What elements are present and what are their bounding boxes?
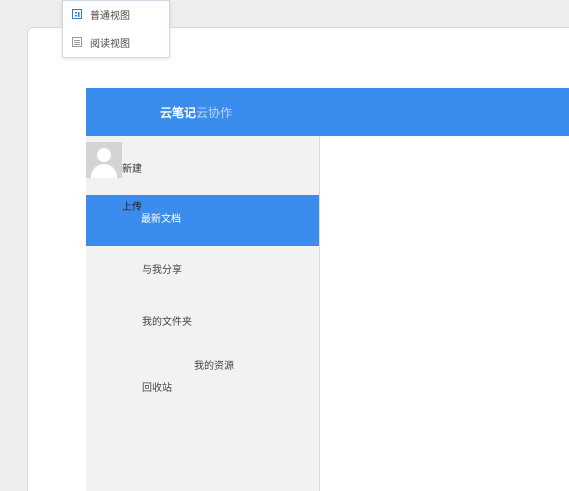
- sidebar: 新建 上传 最新文档 与我分享 我的文件夹 我的资源 回收站: [86, 136, 320, 491]
- view-item-reading[interactable]: 阅读视图: [63, 31, 169, 53]
- sidebar-item-latest-docs-label[interactable]: 最新文档: [141, 210, 181, 225]
- view-item-reading-label: 阅读视图: [90, 38, 130, 50]
- reading-view-icon: [72, 37, 82, 47]
- avatar[interactable]: [86, 142, 122, 178]
- screen: 普通视图 阅读视图 云笔记云协作 新建 上传 最新文档 与我分享 我的文件夹 我…: [0, 0, 569, 491]
- sidebar-item-my-folders[interactable]: 我的文件夹: [142, 313, 192, 328]
- brand-main-text: 云笔记: [160, 106, 197, 120]
- new-button[interactable]: 新建: [122, 160, 142, 175]
- sidebar-item-shared-with-me[interactable]: 与我分享: [142, 261, 182, 276]
- avatar-head: [97, 148, 111, 162]
- main-content: [320, 136, 569, 491]
- avatar-body: [91, 164, 117, 178]
- sidebar-item-latest-docs[interactable]: [86, 195, 319, 246]
- grid-view-icon: [72, 9, 82, 19]
- view-item-normal[interactable]: 普通视图: [63, 3, 169, 25]
- view-mode-menu: 普通视图 阅读视图: [62, 0, 170, 58]
- sidebar-item-recycle-bin[interactable]: 回收站: [142, 379, 172, 394]
- view-item-normal-label: 普通视图: [90, 10, 130, 22]
- brand-title[interactable]: 云笔记云协作: [160, 104, 232, 121]
- sidebar-item-my-resources[interactable]: 我的资源: [194, 357, 234, 372]
- brand-sub-text: 云协作: [196, 106, 233, 120]
- upload-button[interactable]: 上传: [122, 198, 142, 213]
- app-header: 云笔记云协作: [86, 88, 569, 136]
